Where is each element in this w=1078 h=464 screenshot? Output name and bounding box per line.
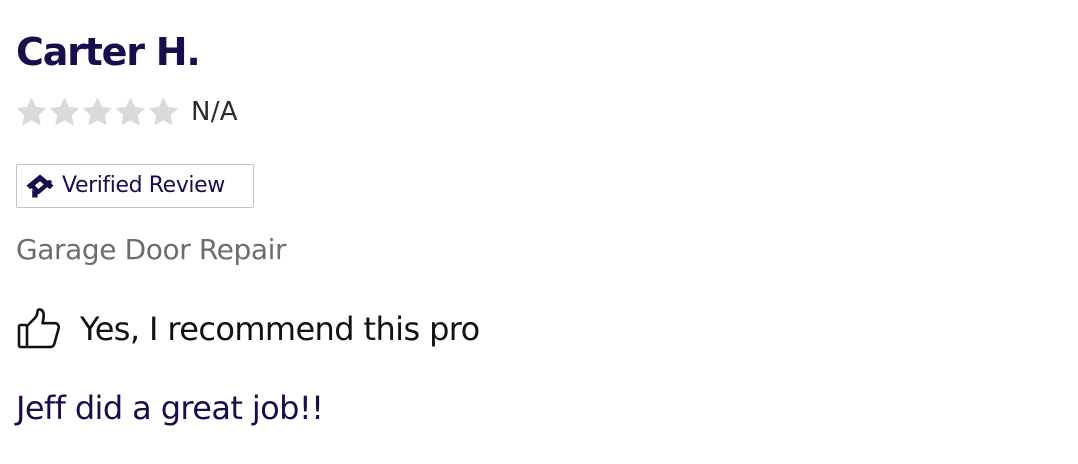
recommendation-row: Yes, I recommend this pro xyxy=(16,306,480,352)
house-check-icon xyxy=(26,174,54,198)
star-icon xyxy=(149,97,178,125)
service-type: Garage Door Repair xyxy=(16,233,287,266)
rating-value: N/A xyxy=(191,97,238,127)
review-text: Jeff did a great job!! xyxy=(16,389,324,427)
reviewer-name: Carter H. xyxy=(16,30,201,74)
review-card: Carter H. N/A Verified Review Garage Doo… xyxy=(16,0,1056,464)
star-icon xyxy=(116,97,145,125)
star-icon xyxy=(17,97,46,125)
star-icon xyxy=(83,97,112,125)
verified-review-label: Verified Review xyxy=(62,173,225,198)
verified-review-badge: Verified Review xyxy=(16,164,254,208)
rating-row: N/A xyxy=(16,95,238,129)
star-icon xyxy=(50,97,79,125)
recommendation-text: Yes, I recommend this pro xyxy=(80,310,480,348)
star-rating xyxy=(16,97,179,128)
thumbs-up-icon xyxy=(17,308,61,349)
